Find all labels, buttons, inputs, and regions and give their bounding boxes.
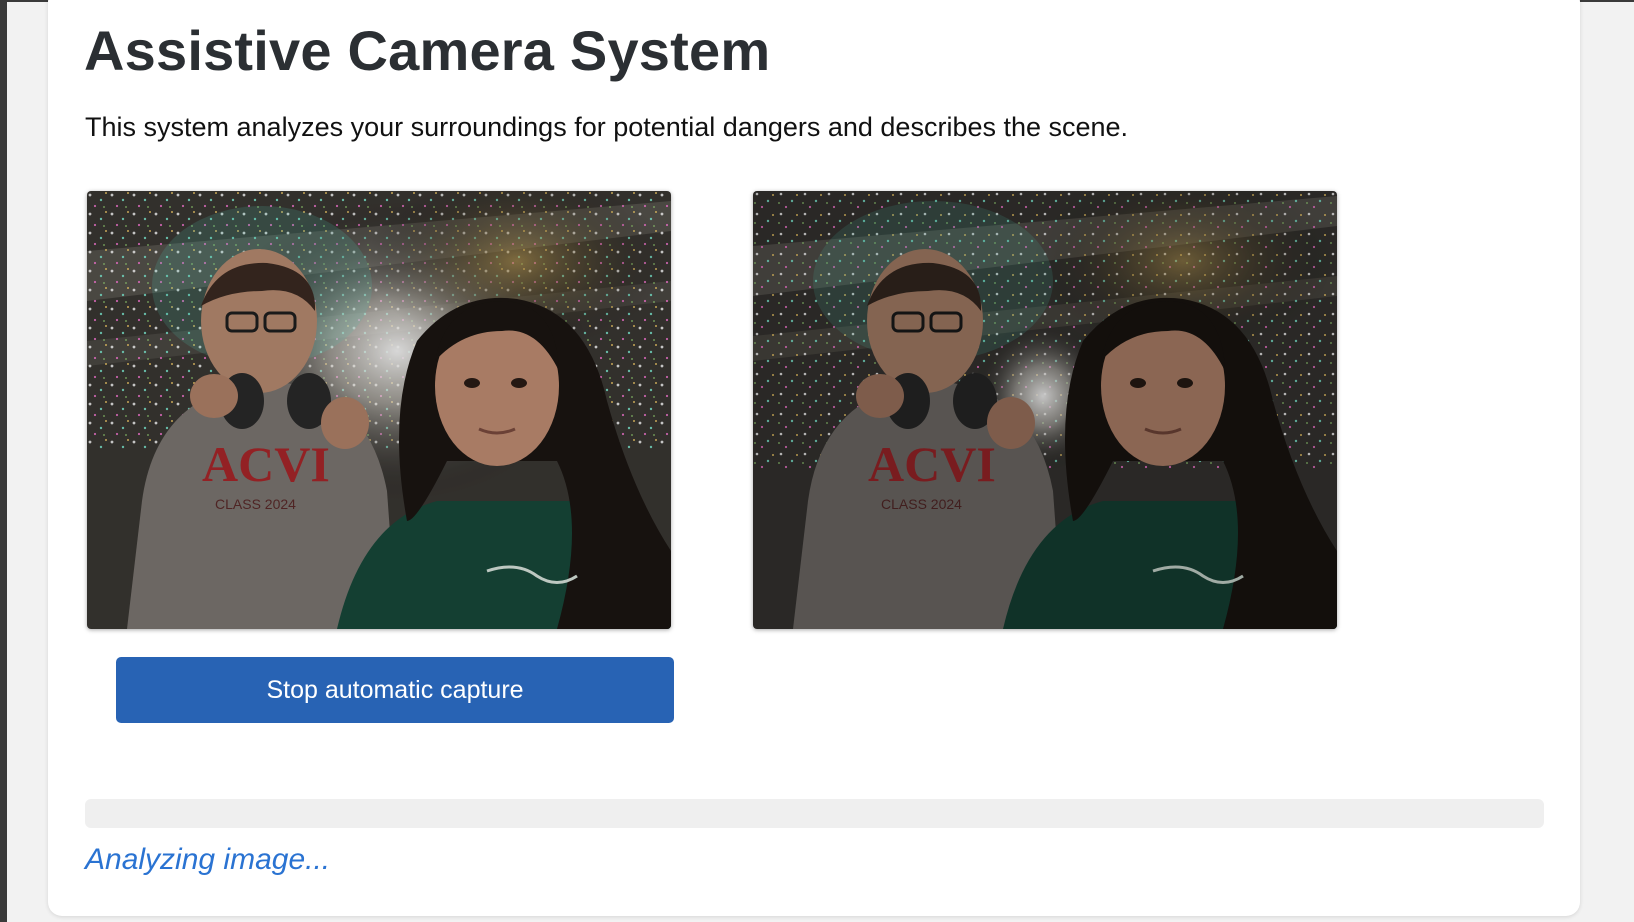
camera-scene-image: ACVI CLASS 2024 <box>87 191 671 629</box>
live-camera-feed: ACVI CLASS 2024 <box>87 191 671 629</box>
page-title: Assistive Camera System <box>84 19 771 82</box>
captured-scene-image: ACVI CLASS 2024 <box>753 191 1337 629</box>
stop-capture-button[interactable]: Stop automatic capture <box>116 657 674 723</box>
captured-frame: ACVI CLASS 2024 <box>753 191 1337 629</box>
main-card: Assistive Camera System This system anal… <box>48 0 1580 916</box>
page-description: This system analyzes your surroundings f… <box>85 112 1129 142</box>
status-message: Analyzing image... <box>85 843 331 876</box>
analysis-progress-bar <box>85 799 1544 828</box>
window-left-edge <box>0 0 7 922</box>
